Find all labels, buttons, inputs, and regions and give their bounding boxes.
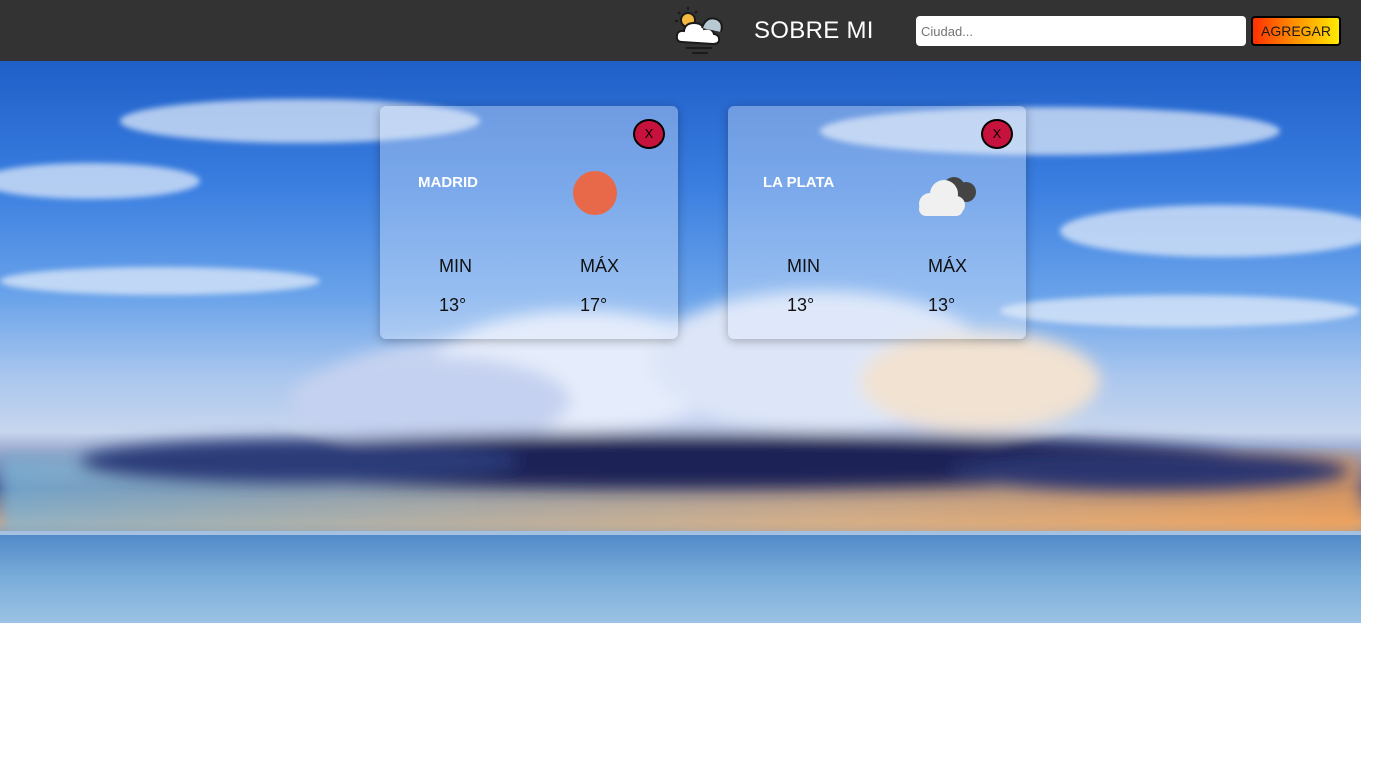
- close-card-button[interactable]: X: [633, 119, 665, 149]
- max-label: MÁX: [928, 256, 968, 276]
- navbar: SOBRE MI AGREGAR: [0, 0, 1361, 61]
- about-me-link[interactable]: SOBRE MI: [754, 16, 874, 46]
- sun-icon: [570, 168, 620, 218]
- max-temperature: 17°: [580, 295, 608, 315]
- sun-cloud-wind-icon[interactable]: [672, 4, 726, 56]
- hero-background-image: [0, 61, 1361, 623]
- city-name: MADRID: [418, 174, 478, 191]
- city-name: LA PLATA: [763, 174, 835, 191]
- add-city-button[interactable]: AGREGAR: [1251, 16, 1341, 46]
- min-label: MIN: [787, 256, 820, 276]
- close-card-button[interactable]: X: [981, 119, 1013, 149]
- broken-clouds-icon: [912, 170, 982, 218]
- max-label: MÁX: [580, 256, 620, 276]
- min-temperature: 13°: [439, 295, 467, 315]
- weather-card: X MADRID MIN MÁX 13° 17°: [380, 106, 678, 339]
- weather-card: X LA PLATA MIN MÁX 13° 13°: [728, 106, 1026, 339]
- min-label: MIN: [439, 256, 472, 276]
- city-search-input[interactable]: [916, 16, 1246, 46]
- min-temperature: 13°: [787, 295, 815, 315]
- max-temperature: 13°: [928, 295, 956, 315]
